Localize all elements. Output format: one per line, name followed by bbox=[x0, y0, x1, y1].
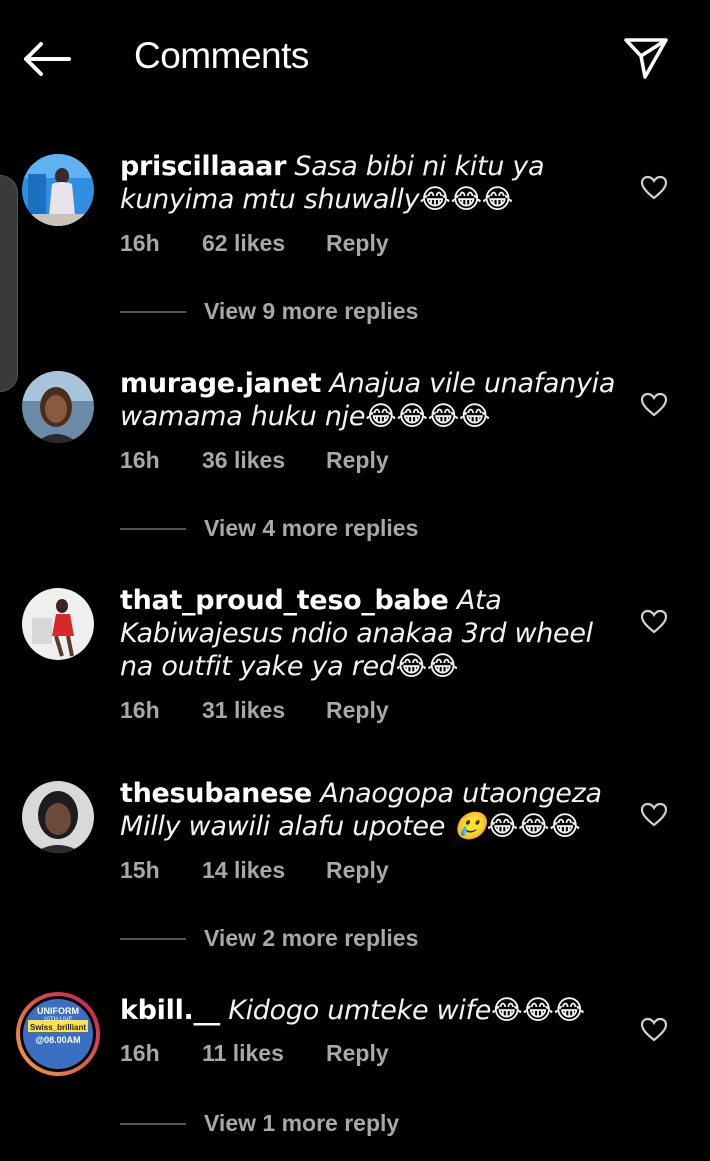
heart-icon[interactable] bbox=[640, 174, 668, 202]
comment-time: 16h bbox=[120, 447, 160, 473]
comment-meta: 15h 14 likes Reply bbox=[120, 857, 389, 884]
avatar[interactable] bbox=[22, 588, 94, 660]
comment-likes[interactable]: 14 likes bbox=[202, 857, 326, 884]
view-replies-label: View 9 more replies bbox=[204, 298, 419, 324]
arrow-left-icon bbox=[24, 42, 71, 76]
comment-meta: 16h 62 likes Reply bbox=[120, 230, 389, 257]
reply-button[interactable]: Reply bbox=[326, 1040, 389, 1067]
comment-text: kbill.__ Kidogo umteke wife😂😂😂 bbox=[120, 994, 620, 1027]
view-replies-button[interactable]: View 2 more replies bbox=[120, 925, 418, 952]
avatar-text-1: UNIFORM bbox=[37, 1006, 79, 1016]
comment-likes[interactable]: 36 likes bbox=[202, 447, 326, 474]
heart-icon[interactable] bbox=[640, 608, 668, 636]
comment-text: that_proud_teso_babe Ata Kabiwajesus ndi… bbox=[120, 584, 620, 683]
comment-time: 16h bbox=[120, 697, 160, 723]
avatar[interactable] bbox=[22, 781, 94, 853]
comment-text: priscillaaar Sasa bibi ni kitu ya kunyim… bbox=[120, 150, 620, 216]
edge-panel-handle[interactable] bbox=[0, 175, 18, 392]
comment-likes[interactable]: 11 likes bbox=[202, 1040, 326, 1067]
paper-plane-icon bbox=[624, 38, 668, 79]
view-replies-label: View 4 more replies bbox=[204, 515, 419, 541]
reply-button[interactable]: Reply bbox=[326, 447, 389, 474]
comment-time: 15h bbox=[120, 857, 160, 883]
comment-likes[interactable]: 62 likes bbox=[202, 230, 326, 257]
view-replies-button[interactable]: View 1 more reply bbox=[120, 1110, 399, 1137]
comment-meta: 16h 31 likes Reply bbox=[120, 697, 389, 724]
reply-button[interactable]: Reply bbox=[326, 697, 389, 724]
comment-time: 16h bbox=[120, 230, 160, 256]
comment-meta: 16h 11 likes Reply bbox=[120, 1040, 389, 1067]
reply-button[interactable]: Reply bbox=[326, 230, 389, 257]
comments-header: Comments bbox=[0, 0, 710, 115]
comment-body: Kidogo umteke wife😂😂😂 bbox=[228, 995, 585, 1026]
avatar-story-ring[interactable]: UNIFORM 10TH LIVE Swiss_brilliant @08.00… bbox=[14, 990, 102, 1078]
comment-username[interactable]: priscillaaar bbox=[120, 151, 286, 182]
heart-icon[interactable] bbox=[640, 391, 668, 419]
comment-text: thesubanese Anaogopa utaongeza Milly waw… bbox=[120, 777, 620, 843]
view-replies-label: View 2 more replies bbox=[204, 925, 419, 951]
share-button[interactable] bbox=[618, 30, 674, 86]
avatar-text-4: @08.00AM bbox=[35, 1035, 80, 1045]
comment-username[interactable]: thesubanese bbox=[120, 778, 312, 809]
divider-line bbox=[120, 527, 186, 530]
comment-text: murage.janet Anajua vile unafanyia wamam… bbox=[120, 367, 620, 433]
reply-button[interactable]: Reply bbox=[326, 857, 389, 884]
avatar[interactable] bbox=[22, 371, 94, 443]
heart-icon[interactable] bbox=[640, 801, 668, 829]
back-button[interactable] bbox=[18, 34, 74, 84]
view-replies-label: View 1 more reply bbox=[204, 1110, 400, 1136]
comment-time: 16h bbox=[120, 1040, 160, 1066]
view-replies-button[interactable]: View 4 more replies bbox=[120, 515, 418, 542]
comment-username[interactable]: kbill.__ bbox=[120, 995, 220, 1026]
avatar-text-3: Swiss_brilliant bbox=[30, 1023, 86, 1032]
page-title: Comments bbox=[134, 35, 309, 76]
divider-line bbox=[120, 310, 186, 313]
heart-icon[interactable] bbox=[640, 1016, 668, 1044]
avatar[interactable] bbox=[22, 154, 94, 226]
comment-username[interactable]: that_proud_teso_babe bbox=[120, 585, 449, 616]
divider-line bbox=[120, 937, 186, 940]
view-replies-button[interactable]: View 9 more replies bbox=[120, 298, 418, 325]
comment-meta: 16h 36 likes Reply bbox=[120, 447, 389, 474]
comment-likes[interactable]: 31 likes bbox=[202, 697, 326, 724]
divider-line bbox=[120, 1122, 186, 1125]
comment-username[interactable]: murage.janet bbox=[120, 368, 321, 399]
